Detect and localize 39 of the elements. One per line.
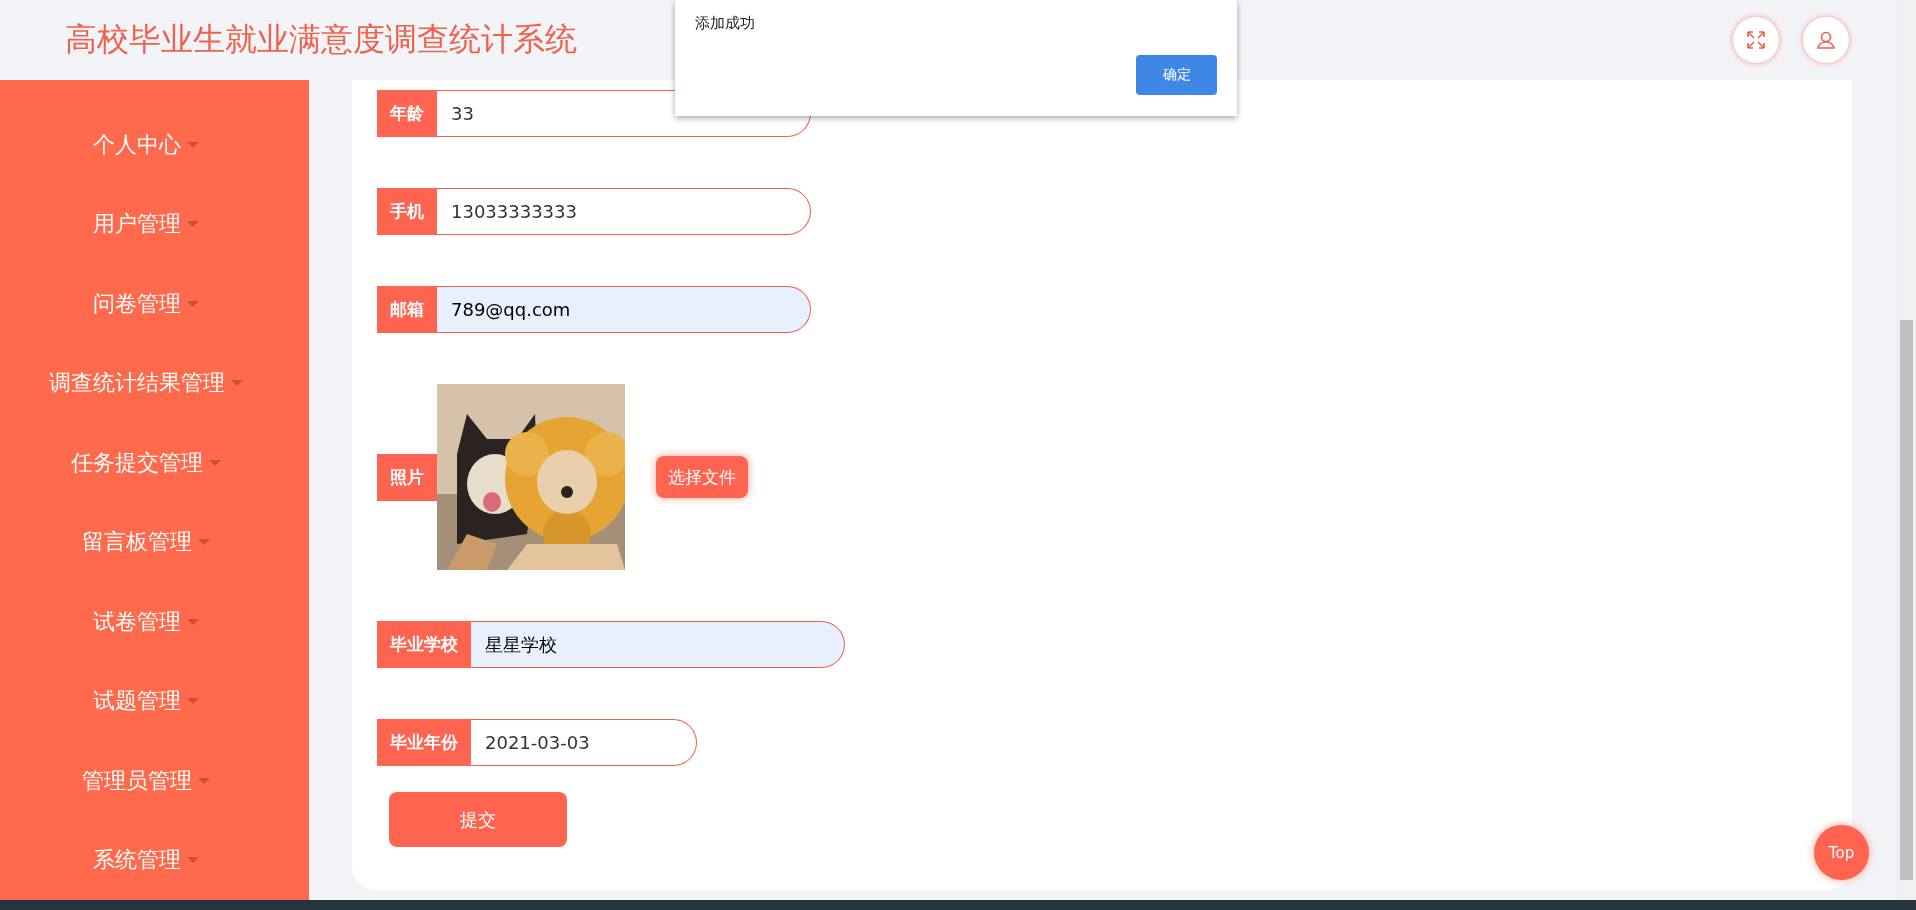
sidebar-item[interactable]: 个人中心 (0, 105, 309, 185)
sidebar-item[interactable]: 试题管理 (0, 661, 309, 741)
input-field[interactable]: 13033333333 (437, 188, 811, 235)
caret-icon (230, 380, 243, 387)
choose-file-button[interactable]: 选择文件 (656, 456, 748, 498)
sidebar-item[interactable]: 系统管理 (0, 820, 309, 900)
caret-icon (197, 539, 210, 546)
sidebar-item[interactable]: 试卷管理 (0, 582, 309, 662)
input-field[interactable]: 星星学校 (471, 621, 845, 668)
sidebar-item[interactable]: 调查统计结果管理 (0, 343, 309, 423)
caret-icon (208, 459, 221, 466)
field-label: 年龄 (377, 90, 437, 137)
field-label: 手机 (377, 188, 437, 235)
scrollbar[interactable] (1897, 0, 1916, 900)
field-label: 毕业年份 (377, 719, 471, 766)
caret-icon (186, 698, 199, 705)
caret-icon (186, 221, 199, 228)
user-icon[interactable] (1803, 17, 1849, 63)
field-label: 毕业学校 (377, 621, 471, 668)
site-title: 高校毕业生就业满意度调查统计系统 (65, 19, 577, 60)
caret-icon (197, 777, 210, 784)
ok-button[interactable]: 确定 (1136, 55, 1217, 95)
input-field[interactable]: 2021-03-03 (471, 719, 697, 766)
field-label: 邮箱 (377, 286, 437, 333)
sidebar-item[interactable]: 用户管理 (0, 184, 309, 264)
caret-icon (186, 141, 199, 148)
scrollbar-thumb[interactable] (1900, 320, 1913, 880)
sidebar-item[interactable]: 问卷管理 (0, 264, 309, 344)
caret-icon (186, 300, 199, 307)
input-field[interactable]: 789@qq.com (437, 286, 811, 333)
fullscreen-icon[interactable] (1733, 17, 1779, 63)
sidebar-item[interactable]: 管理员管理 (0, 741, 309, 821)
caret-icon (186, 618, 199, 625)
submit-button[interactable]: 提交 (389, 792, 567, 847)
field-label: 照片 (377, 453, 437, 501)
sidebar-item[interactable]: 任务提交管理 (0, 423, 309, 503)
caret-icon (186, 857, 199, 864)
sidebar-item[interactable]: 留言板管理 (0, 502, 309, 582)
alert-message: 添加成功 (695, 14, 755, 33)
